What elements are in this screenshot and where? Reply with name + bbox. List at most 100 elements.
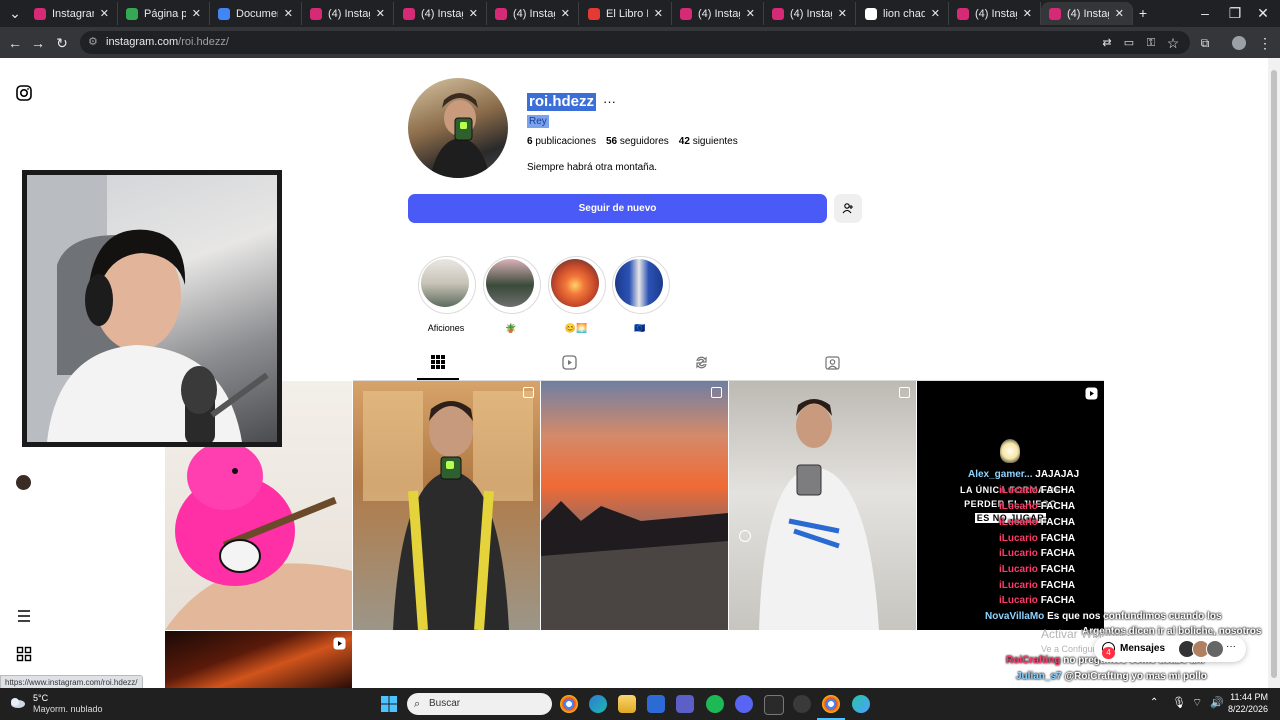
tab-tagged-icon[interactable] [824,355,840,373]
file-explorer-taskbar-icon[interactable] [618,695,636,713]
new-tab-plus-icon[interactable]: + [1134,4,1152,22]
forward-icon[interactable]: → [29,34,47,52]
tab-close-icon[interactable]: ✕ [1023,7,1032,20]
scrollbar-thumb[interactable] [1271,70,1277,678]
tab-close-icon[interactable]: ✕ [192,7,201,20]
browser-tab[interactable]: lion chaquet ✕ [857,2,949,25]
post-sunset-village[interactable] [541,381,728,630]
page-scrollbar[interactable] [1268,58,1280,688]
tab-close-icon[interactable]: ✕ [284,7,293,20]
profile-options-button[interactable]: ··· [603,94,616,109]
windows-start-icon[interactable] [381,696,397,712]
highlight-eu[interactable]: 🇪🇺 [612,256,670,334]
microphone-icon[interactable]: 🎙 [1172,696,1186,709]
profile-avatar[interactable] [16,475,32,491]
browser-tab-strip: ⌄ Instagram✕Página principal✕Documento✕ (… [0,0,1280,27]
browser-tab[interactable]: Instagram ✕ [26,2,118,25]
chat-username: iLucario [999,485,1038,496]
chat-message: iLucario FACHA [999,501,1075,512]
highlight-sunset[interactable]: 😊🌅 [548,256,606,334]
reload-icon[interactable]: ↻ [53,34,71,52]
browser-tab[interactable]: (4) Instagram ✕ [395,2,487,25]
instagram-icon [680,7,692,20]
tab-close-icon[interactable]: ✕ [838,7,847,20]
weather-temp[interactable]: 5°C [33,693,48,703]
tab-close-icon[interactable]: ✕ [376,7,385,20]
app-taskbar-icon[interactable] [852,695,870,713]
suggested-users-button[interactable] [834,194,862,223]
following-stat[interactable]: 42 siguientes [679,136,738,147]
tab-close-icon[interactable]: ✕ [746,7,755,20]
clock-date[interactable]: 8/22/2026 [1226,704,1268,714]
tab-close-icon[interactable]: ✕ [931,7,940,20]
browser-tab[interactable]: (4) Instagram ✕ [764,2,856,25]
maximize-icon[interactable]: ❐ [1226,4,1244,22]
highlight-label: 🇪🇺 [634,323,646,333]
profile-stats: 6 publicaciones 56 seguidores 42 siguien… [527,136,738,147]
tab-reels-icon[interactable] [561,355,577,373]
browser-tab[interactable]: (4) Instagram ✕ [487,2,579,25]
browser-tab[interactable]: El Libro De L ✕ [580,2,672,25]
tab-search-chevron-icon[interactable]: ⌄ [6,4,24,22]
loading-spinner-icon [739,530,751,542]
tab-close-icon[interactable]: ✕ [100,7,109,20]
messages-pill[interactable]: 4 Mensajes ··· [1094,636,1246,662]
highlight-label: 😊🌅 [564,323,588,333]
teams-taskbar-icon[interactable] [676,695,694,713]
chrome-active-taskbar-icon[interactable] [822,695,840,713]
network-icon[interactable]: ⌔ [1192,696,1202,710]
discord-taskbar-icon[interactable] [735,695,753,713]
tab-close-icon[interactable]: ✕ [654,7,663,20]
volume-icon[interactable]: 🔊 [1210,696,1224,709]
edge-taskbar-icon[interactable] [589,695,607,713]
follow-again-button[interactable]: Seguir de nuevo [408,194,827,223]
tab-close-icon[interactable]: ✕ [1115,7,1124,20]
address-bar[interactable]: ⚙ instagram.com/roi.hdezz/ [80,31,1190,54]
browser-tab[interactable]: (4) Instagram ✕ [1041,2,1133,25]
tab-title: (4) Instagram [790,7,832,20]
chrome-taskbar-icon[interactable] [560,695,578,713]
tab-reposts-icon[interactable] [693,355,709,373]
tab-posts-grid-icon[interactable] [430,355,446,373]
messages-more-icon[interactable]: ··· [1226,641,1236,652]
tab-close-icon[interactable]: ✕ [561,7,570,20]
also-from-meta-icon[interactable] [16,646,32,662]
browser-tab[interactable]: (4) Instagram ✕ [302,2,394,25]
close-window-icon[interactable]: ✕ [1254,4,1272,22]
taskbar-search[interactable]: ⌕ Buscar [407,693,552,715]
instagram-logo-icon[interactable] [16,85,32,101]
tab-close-icon[interactable]: ✕ [469,7,478,20]
browser-menu-icon[interactable]: ⋮ [1256,34,1274,52]
cast-icon[interactable]: ▭ [1120,34,1138,52]
profile-picture[interactable] [408,78,508,178]
highlight-aficiones[interactable]: Aficiones [418,256,476,333]
clock-time[interactable]: 11:44 PM [1226,692,1268,702]
show-hidden-icons-chevron[interactable]: ⌃ [1150,697,1158,708]
post-mirror-selfie-backpack[interactable] [353,381,540,630]
browser-tab[interactable]: (4) Instagram ✕ [672,2,764,25]
weather-description[interactable]: Mayorm. nublado [33,704,103,714]
spotify-taskbar-icon[interactable] [706,695,724,713]
highlight-plant[interactable]: 🪴 [483,256,541,334]
password-key-icon[interactable]: ⚿ [1142,34,1160,52]
post-fire-reel[interactable] [165,631,352,688]
browser-tab[interactable]: Página principal ✕ [118,2,210,25]
avatar [1206,640,1224,658]
epic-games-taskbar-icon[interactable] [764,695,784,715]
extensions-icon[interactable]: ⧉ [1196,34,1214,52]
mail-taskbar-icon[interactable] [647,695,665,713]
site-info-icon[interactable]: ⚙ [88,31,98,54]
minimize-icon[interactable]: – [1196,4,1214,22]
translate-icon[interactable]: ⇄ [1098,34,1116,52]
more-menu-icon[interactable] [16,608,32,624]
browser-tab[interactable]: (4) Instagram ✕ [949,2,1041,25]
weather-icon[interactable] [8,695,26,709]
browser-tab[interactable]: Documento ✕ [210,2,302,25]
followers-stat[interactable]: 56 seguidores [606,136,669,147]
profile-avatar-icon[interactable] [1230,34,1248,52]
bookmark-star-icon[interactable]: ☆ [1164,34,1182,52]
back-icon[interactable]: ← [6,34,24,52]
post-bathroom-mirror-selfie[interactable] [729,381,916,630]
obs-taskbar-icon[interactable] [793,695,811,713]
highlight-cover [486,259,534,307]
